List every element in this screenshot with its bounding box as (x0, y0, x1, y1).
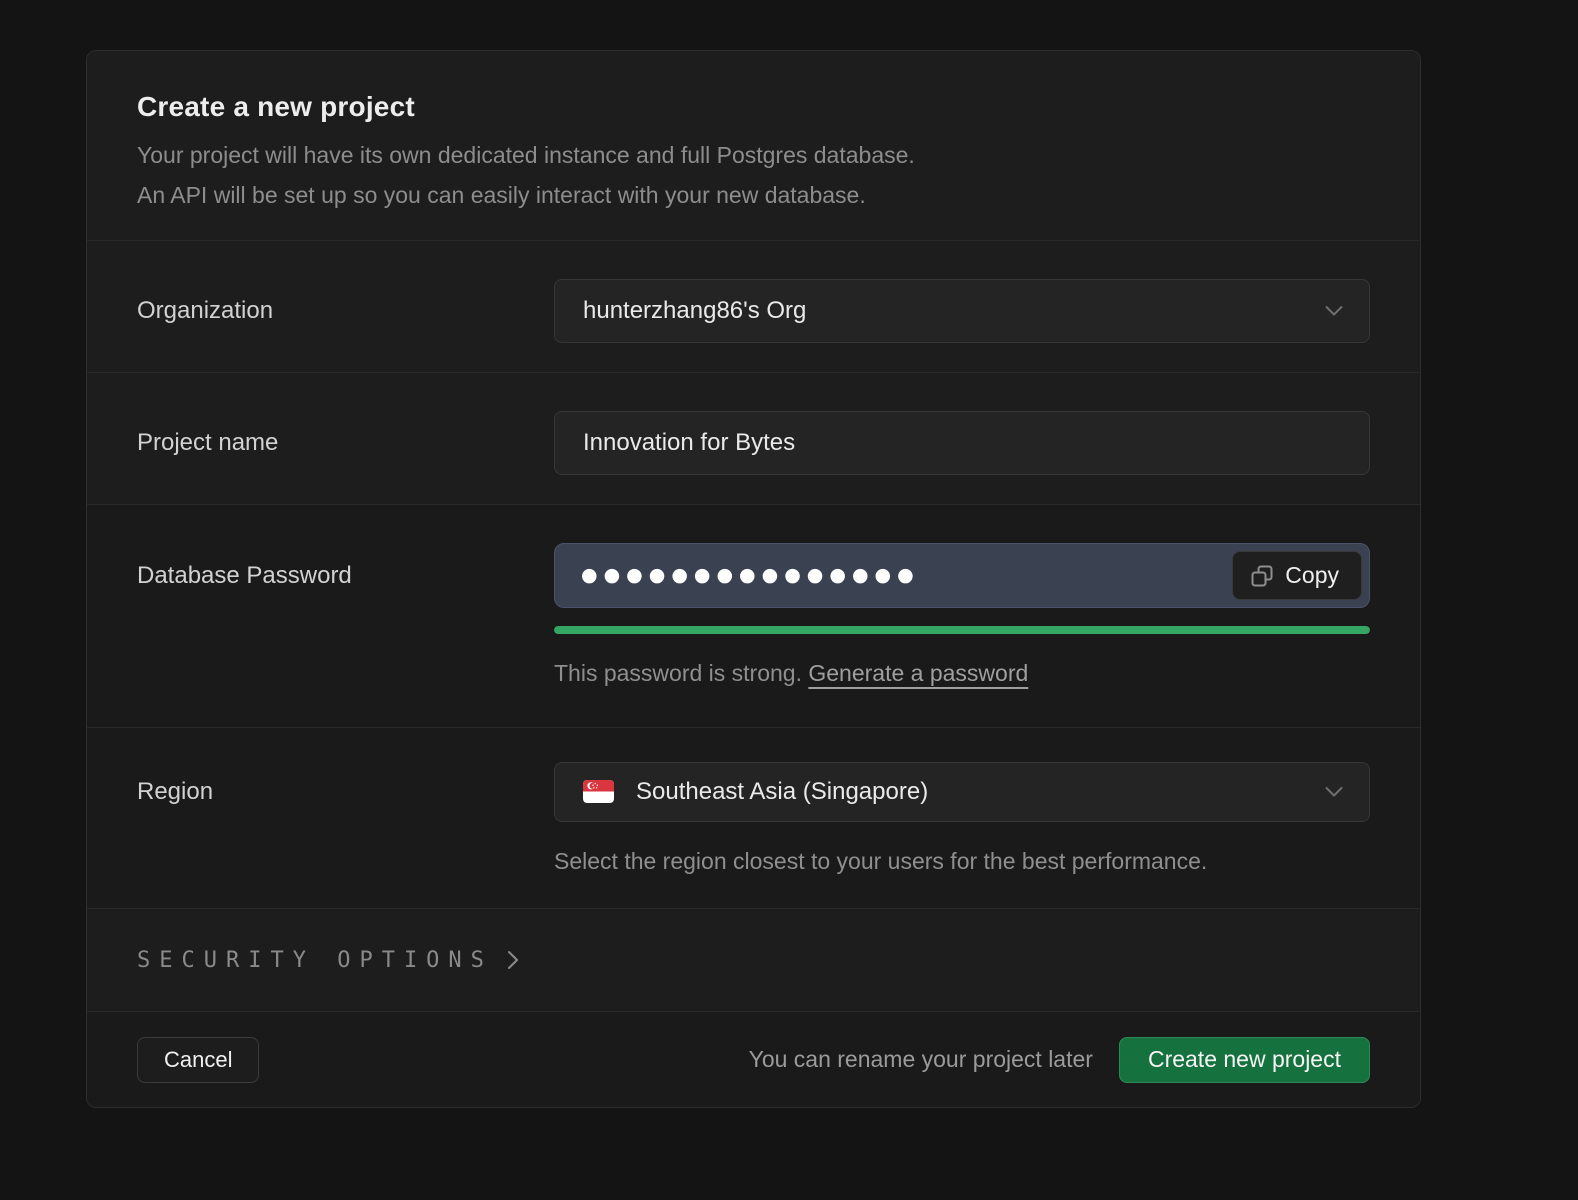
generate-password-link[interactable]: Generate a password (808, 660, 1028, 686)
dialog-subtitle: Your project will have its own dedicated… (137, 135, 1370, 215)
create-project-dialog: Create a new project Your project will h… (86, 50, 1421, 1108)
organization-row: Organization hunterzhang86's Org (87, 241, 1420, 374)
region-select[interactable]: Southeast Asia (Singapore) (554, 762, 1370, 822)
dialog-title: Create a new project (137, 91, 1370, 123)
region-helper-text: Select the region closest to your users … (554, 848, 1370, 875)
database-password-label: Database Password (137, 543, 554, 608)
project-name-input[interactable] (554, 411, 1370, 475)
database-password-input[interactable]: ●●●●●●●●●●●●●●● Copy (554, 543, 1370, 608)
organization-select[interactable]: hunterzhang86's Org (554, 279, 1370, 343)
password-strength-bar (554, 626, 1370, 634)
security-options-toggle[interactable]: SECURITY OPTIONS (87, 909, 1420, 1012)
password-masked-value: ●●●●●●●●●●●●●●● (581, 566, 920, 585)
organization-selected-value: hunterzhang86's Org (583, 297, 806, 325)
chevron-down-icon (1325, 786, 1343, 797)
copy-icon (1251, 565, 1273, 587)
subtitle-line-2: An API will be set up so you can easily … (137, 175, 1370, 215)
copy-button-label: Copy (1285, 562, 1339, 589)
database-password-row: Database Password ●●●●●●●●●●●●●●● Copy (87, 505, 1420, 728)
rename-note: You can rename your project later (749, 1046, 1093, 1073)
dialog-header: Create a new project Your project will h… (87, 51, 1420, 241)
password-strength-fill (554, 626, 1370, 634)
copy-password-button[interactable]: Copy (1232, 551, 1362, 600)
subtitle-line-1: Your project will have its own dedicated… (137, 135, 1370, 175)
singapore-flag-icon (583, 780, 614, 803)
cancel-button[interactable]: Cancel (137, 1037, 259, 1083)
chevron-right-icon (507, 950, 519, 970)
dialog-footer: Cancel You can rename your project later… (87, 1012, 1420, 1107)
project-name-row: Project name (87, 373, 1420, 505)
region-label: Region (137, 762, 554, 822)
region-selected-value: Southeast Asia (Singapore) (636, 778, 928, 806)
project-name-label: Project name (137, 411, 554, 475)
create-new-project-button[interactable]: Create new project (1119, 1037, 1370, 1083)
chevron-down-icon (1325, 305, 1343, 316)
organization-label: Organization (137, 279, 554, 343)
security-options-label: SECURITY OPTIONS (137, 948, 493, 973)
region-row: Region Southeast A (87, 728, 1420, 910)
password-strength-message: This password is strong. Generate a pass… (554, 660, 1370, 687)
